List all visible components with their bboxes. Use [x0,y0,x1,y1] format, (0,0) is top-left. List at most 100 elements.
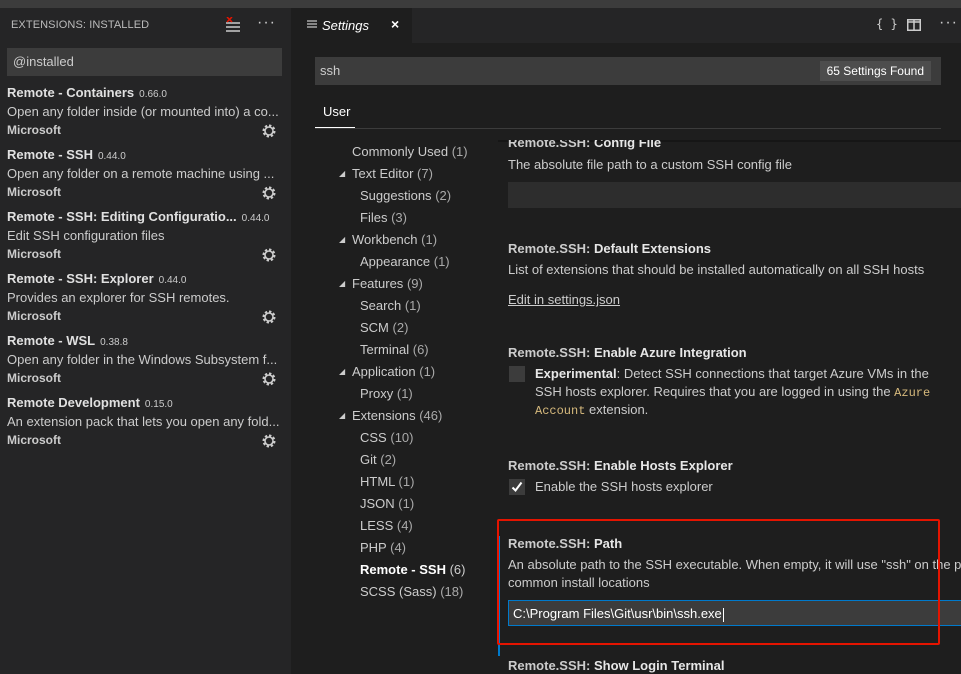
tabs-divider [315,128,941,129]
extension-name: Remote - WSL 0.38.8 [7,333,128,348]
extension-description: An extension pack that lets you open any… [7,414,280,429]
extension-item[interactable]: Remote - SSH: Editing Configuratio... 0.4… [0,209,291,271]
tab-user[interactable]: User [323,104,350,119]
setting-description: The absolute file path to a custom SSH c… [508,157,792,172]
hosts-explorer-checkbox[interactable] [509,479,525,495]
extension-version: 0.66.0 [139,89,167,100]
extension-name: Remote - SSH: Editing Configuratio... 0.4… [7,209,270,224]
extension-item[interactable]: Remote - SSH: Explorer 0.44.0 Provides an… [0,271,291,333]
extension-publisher: Microsoft [7,371,61,385]
settings-search-input[interactable]: ssh 65 Settings Found [315,57,941,85]
toc-item[interactable]: Commonly Used (1) [352,144,468,159]
extension-item[interactable]: Remote - SSH 0.44.0 Open any folder on a … [0,147,291,209]
gear-icon[interactable] [261,371,277,387]
toc-item[interactable]: Remote - SSH (6) [360,562,465,577]
settings-file-icon [307,20,317,28]
sidebar-title: EXTENSIONS: INSTALLED [11,19,150,31]
expand-arrow-icon[interactable]: ◢ [339,411,345,420]
gear-icon[interactable] [261,123,277,139]
extension-publisher: Microsoft [7,247,61,261]
toc-item[interactable]: Files (3) [360,210,407,225]
toc-item[interactable]: Features (9) [352,276,423,291]
extension-item[interactable]: Remote Development 0.15.0 An extension pa… [0,395,291,457]
extension-publisher: Microsoft [7,433,61,447]
extension-description: Open any folder in the Windows Subsystem… [7,352,278,367]
extension-version: 0.15.0 [144,399,173,410]
toc-item[interactable]: HTML (1) [360,474,414,489]
settings-search-value: ssh [320,63,341,78]
extension-version: 0.38.8 [100,337,128,348]
toc-item[interactable]: Extensions (46) [352,408,442,423]
setting-title-hosts-explorer: Remote.SSH: Enable Hosts Explorer [508,458,733,473]
extension-version: 0.44.0 [241,213,270,224]
extension-version: 0.44.0 [158,275,187,286]
expand-arrow-icon[interactable]: ◢ [339,279,345,288]
open-json-icon[interactable]: { } [876,17,898,31]
setting-description: Experimental: Detect SSH connections tha… [535,366,929,381]
extension-item[interactable]: Remote - WSL 0.38.8 Open any folder in th… [0,333,291,395]
sidebar-header: EXTENSIONS: INSTALLED ··· [0,8,291,42]
toc-item[interactable]: Workbench (1) [352,232,437,247]
extension-name: Remote - Containers 0.66.0 [7,85,167,100]
gear-icon[interactable] [261,247,277,263]
azure-integration-checkbox[interactable] [509,366,525,382]
config-file-input[interactable] [508,182,961,208]
toc-item[interactable]: Search (1) [360,298,421,313]
more-actions-icon[interactable]: ··· [939,14,958,32]
extension-description: Open any folder on a remote machine usin… [7,166,275,181]
gear-icon[interactable] [261,433,277,449]
close-icon[interactable]: × [391,16,399,32]
toc-item[interactable]: Text Editor (7) [352,166,433,181]
toc-item[interactable]: SCSS (Sass) (18) [360,584,463,599]
more-actions-icon[interactable]: ··· [257,14,275,34]
expand-arrow-icon[interactable]: ◢ [339,169,345,178]
extension-description: Provides an explorer for SSH remotes. [7,290,230,305]
extensions-search-input[interactable]: @installed [7,48,282,76]
toc-item[interactable]: Git (2) [360,452,396,467]
extension-version: 0.44.0 [97,151,126,162]
toc-item[interactable]: Terminal (6) [360,342,429,357]
setting-title-azure-integration: Remote.SSH: Enable Azure Integration [508,345,747,360]
red-highlight-box [497,519,940,645]
extension-item[interactable]: Remote - Containers 0.66.0 Open any folde… [0,85,291,147]
setting-description: Enable the SSH hosts explorer [535,479,713,494]
toc-item[interactable]: Suggestions (2) [360,188,451,203]
extension-publisher: Microsoft [7,309,61,323]
setting-title-login-terminal: Remote.SSH: Show Login Terminal [508,658,725,673]
tab-settings[interactable]: Settings × [291,8,412,43]
extensions-list: Remote - Containers 0.66.0 Open any folde… [0,85,291,457]
toc-item[interactable]: Application (1) [352,364,435,379]
results-count-badge: 65 Settings Found [819,61,931,81]
setting-title-config-file: Remote.SSH: Config File [508,140,662,150]
toc-item[interactable]: JSON (1) [360,496,414,511]
toc-item[interactable]: CSS (10) [360,430,413,445]
extensions-sidebar: EXTENSIONS: INSTALLED ··· @installed Rem… [0,8,291,674]
editor-tab-bar: Settings × { } ··· [291,8,961,43]
setting-description: SSH hosts explorer. Requires that you ar… [535,384,931,400]
gear-icon[interactable] [261,185,277,201]
gear-icon[interactable] [261,309,277,325]
extension-publisher: Microsoft [7,123,61,137]
extension-description: Open any folder inside (or mounted into)… [7,104,279,119]
tab-label: Settings [322,18,369,33]
edit-in-settings-json-link[interactable]: Edit in settings.json [508,292,620,307]
extension-description: Edit SSH configuration files [7,228,165,243]
expand-arrow-icon[interactable]: ◢ [339,235,345,244]
clear-extensions-icon[interactable] [225,17,242,34]
extension-name: Remote - SSH 0.44.0 [7,147,126,162]
toc-item[interactable]: Appearance (1) [360,254,450,269]
toc-item[interactable]: SCM (2) [360,320,408,335]
extension-name: Remote - SSH: Explorer 0.44.0 [7,271,187,286]
setting-title-default-extensions: Remote.SSH: Default Extensions [508,241,711,256]
title-bar-strip [0,0,961,8]
extension-publisher: Microsoft [7,185,61,199]
setting-description: List of extensions that should be instal… [508,262,925,277]
extension-name: Remote Development 0.15.0 [7,395,173,410]
setting-description: Account extension. [535,402,649,418]
toc-item[interactable]: LESS (4) [360,518,413,533]
expand-arrow-icon[interactable]: ◢ [339,367,345,376]
toc-item[interactable]: Proxy (1) [360,386,413,401]
toc-item[interactable]: PHP (4) [360,540,406,555]
checkmark-icon [511,481,523,493]
split-editor-icon[interactable] [907,19,921,31]
